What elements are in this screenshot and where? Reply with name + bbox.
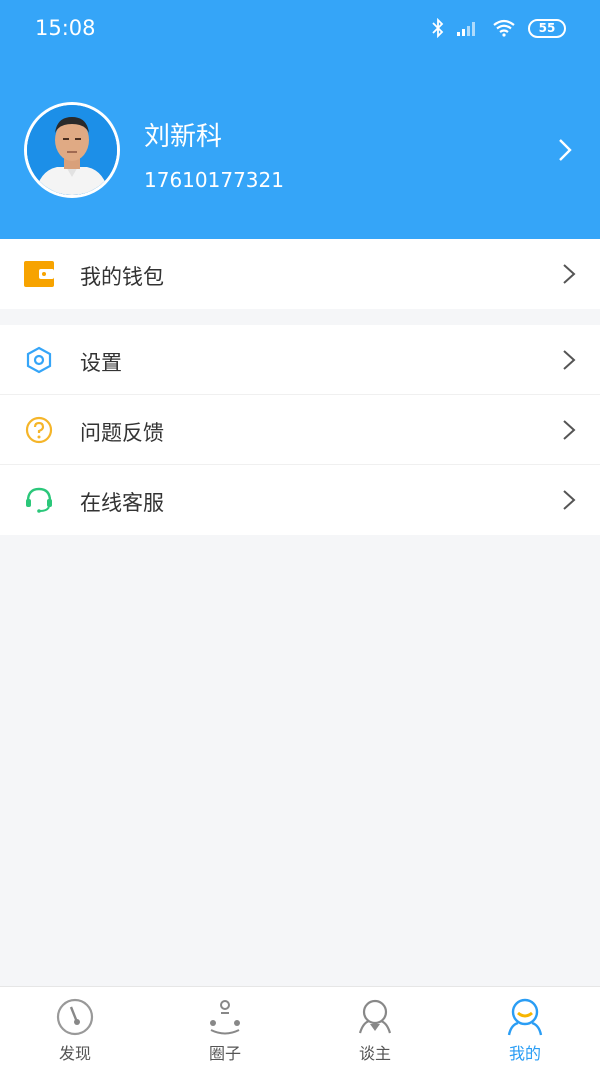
circle-group-icon: [205, 997, 245, 1037]
menu-item-label: 设置: [80, 351, 122, 375]
tab-label: 我的: [508, 1044, 541, 1063]
menu-item-wallet[interactable]: 我的钱包: [0, 239, 600, 309]
wallet-icon: [24, 260, 54, 288]
menu-group-wallet: 我的钱包: [0, 239, 600, 309]
signal-icon: [456, 19, 480, 37]
tab-label: 谈主: [358, 1044, 391, 1063]
menu-item-label: 我的钱包: [80, 265, 164, 289]
user-phone: 17610177321: [144, 168, 284, 192]
bottom-tab-bar: 发现 圈子 谈主 我的: [0, 986, 600, 1067]
avatar[interactable]: [24, 102, 120, 198]
menu-group-main: 设置 问题反馈 在线客服: [0, 325, 600, 535]
menu-item-feedback[interactable]: 问题反馈: [0, 395, 600, 465]
tab-label: 圈子: [208, 1044, 241, 1063]
profile-card[interactable]: 刘新科 17610177321: [0, 100, 600, 200]
battery-indicator: 55: [528, 18, 566, 38]
profile-icon: [505, 997, 545, 1037]
chevron-right-icon: [562, 419, 576, 445]
chevron-right-icon[interactable]: [558, 138, 572, 166]
host-icon: [355, 997, 395, 1037]
wifi-icon: [492, 19, 516, 37]
status-time: 15:08: [35, 16, 96, 40]
chevron-right-icon: [562, 489, 576, 515]
tab-circle[interactable]: 圈子: [150, 987, 300, 1067]
menu-item-customer-service[interactable]: 在线客服: [0, 465, 600, 535]
chevron-right-icon: [562, 349, 576, 375]
settings-hexagon-icon: [24, 346, 54, 374]
user-name: 刘新科: [144, 122, 223, 152]
profile-header: 15:08 55 刘新科 17610177321: [0, 0, 600, 239]
menu-item-settings[interactable]: 设置: [0, 325, 600, 395]
status-bar: 15:08 55: [0, 0, 600, 56]
tab-mine[interactable]: 我的: [450, 987, 600, 1067]
tab-label: 发现: [58, 1044, 91, 1063]
question-icon: [24, 416, 54, 444]
tab-host[interactable]: 谈主: [300, 987, 450, 1067]
chevron-right-icon: [562, 263, 576, 289]
bluetooth-icon: [432, 18, 444, 38]
menu-item-label: 问题反馈: [80, 421, 164, 445]
menu-item-label: 在线客服: [80, 491, 164, 515]
headset-icon: [24, 486, 54, 514]
tab-discover[interactable]: 发现: [0, 987, 150, 1067]
discover-icon: [55, 997, 95, 1037]
